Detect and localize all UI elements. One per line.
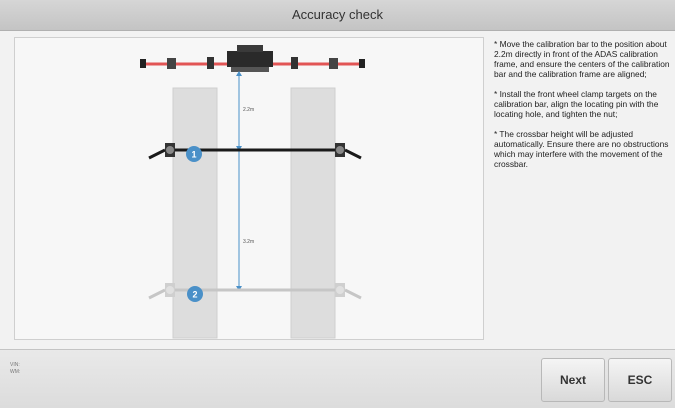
- instruction-step-1: * Move the calibration bar to the positi…: [494, 39, 670, 79]
- vin-label: VIN:: [10, 362, 20, 368]
- calibration-diagram: 2.2m 3.2m 1 2: [14, 37, 484, 340]
- title-bar: Accuracy check: [0, 0, 675, 31]
- calibration-frame: [140, 45, 365, 72]
- info-label: WM:: [10, 369, 21, 375]
- diagram-canvas: 2.2m 3.2m 1 2: [140, 45, 365, 339]
- instructions-panel: * Move the calibration bar to the positi…: [494, 39, 672, 179]
- content-area: 2.2m 3.2m 1 2 * Move the calibration bar…: [0, 31, 675, 349]
- instruction-step-3: * The crossbar height will be adjusted a…: [494, 129, 669, 169]
- right-wheel-strip: [290, 87, 336, 339]
- vehicle-info: VIN: WM:: [10, 362, 20, 376]
- bottom-bar: VIN: WM: Next ESC: [0, 349, 675, 408]
- distance-label-top: 2.2m: [243, 107, 254, 113]
- page-title: Accuracy check: [291, 7, 384, 22]
- position-1-number: 1: [191, 150, 196, 160]
- esc-button[interactable]: ESC: [608, 358, 672, 402]
- instruction-step-2: * Install the front wheel clamp targets …: [494, 89, 659, 119]
- distance-label-bottom: 3.2m: [243, 239, 254, 245]
- position-2-number: 2: [192, 290, 197, 300]
- next-button[interactable]: Next: [541, 358, 605, 402]
